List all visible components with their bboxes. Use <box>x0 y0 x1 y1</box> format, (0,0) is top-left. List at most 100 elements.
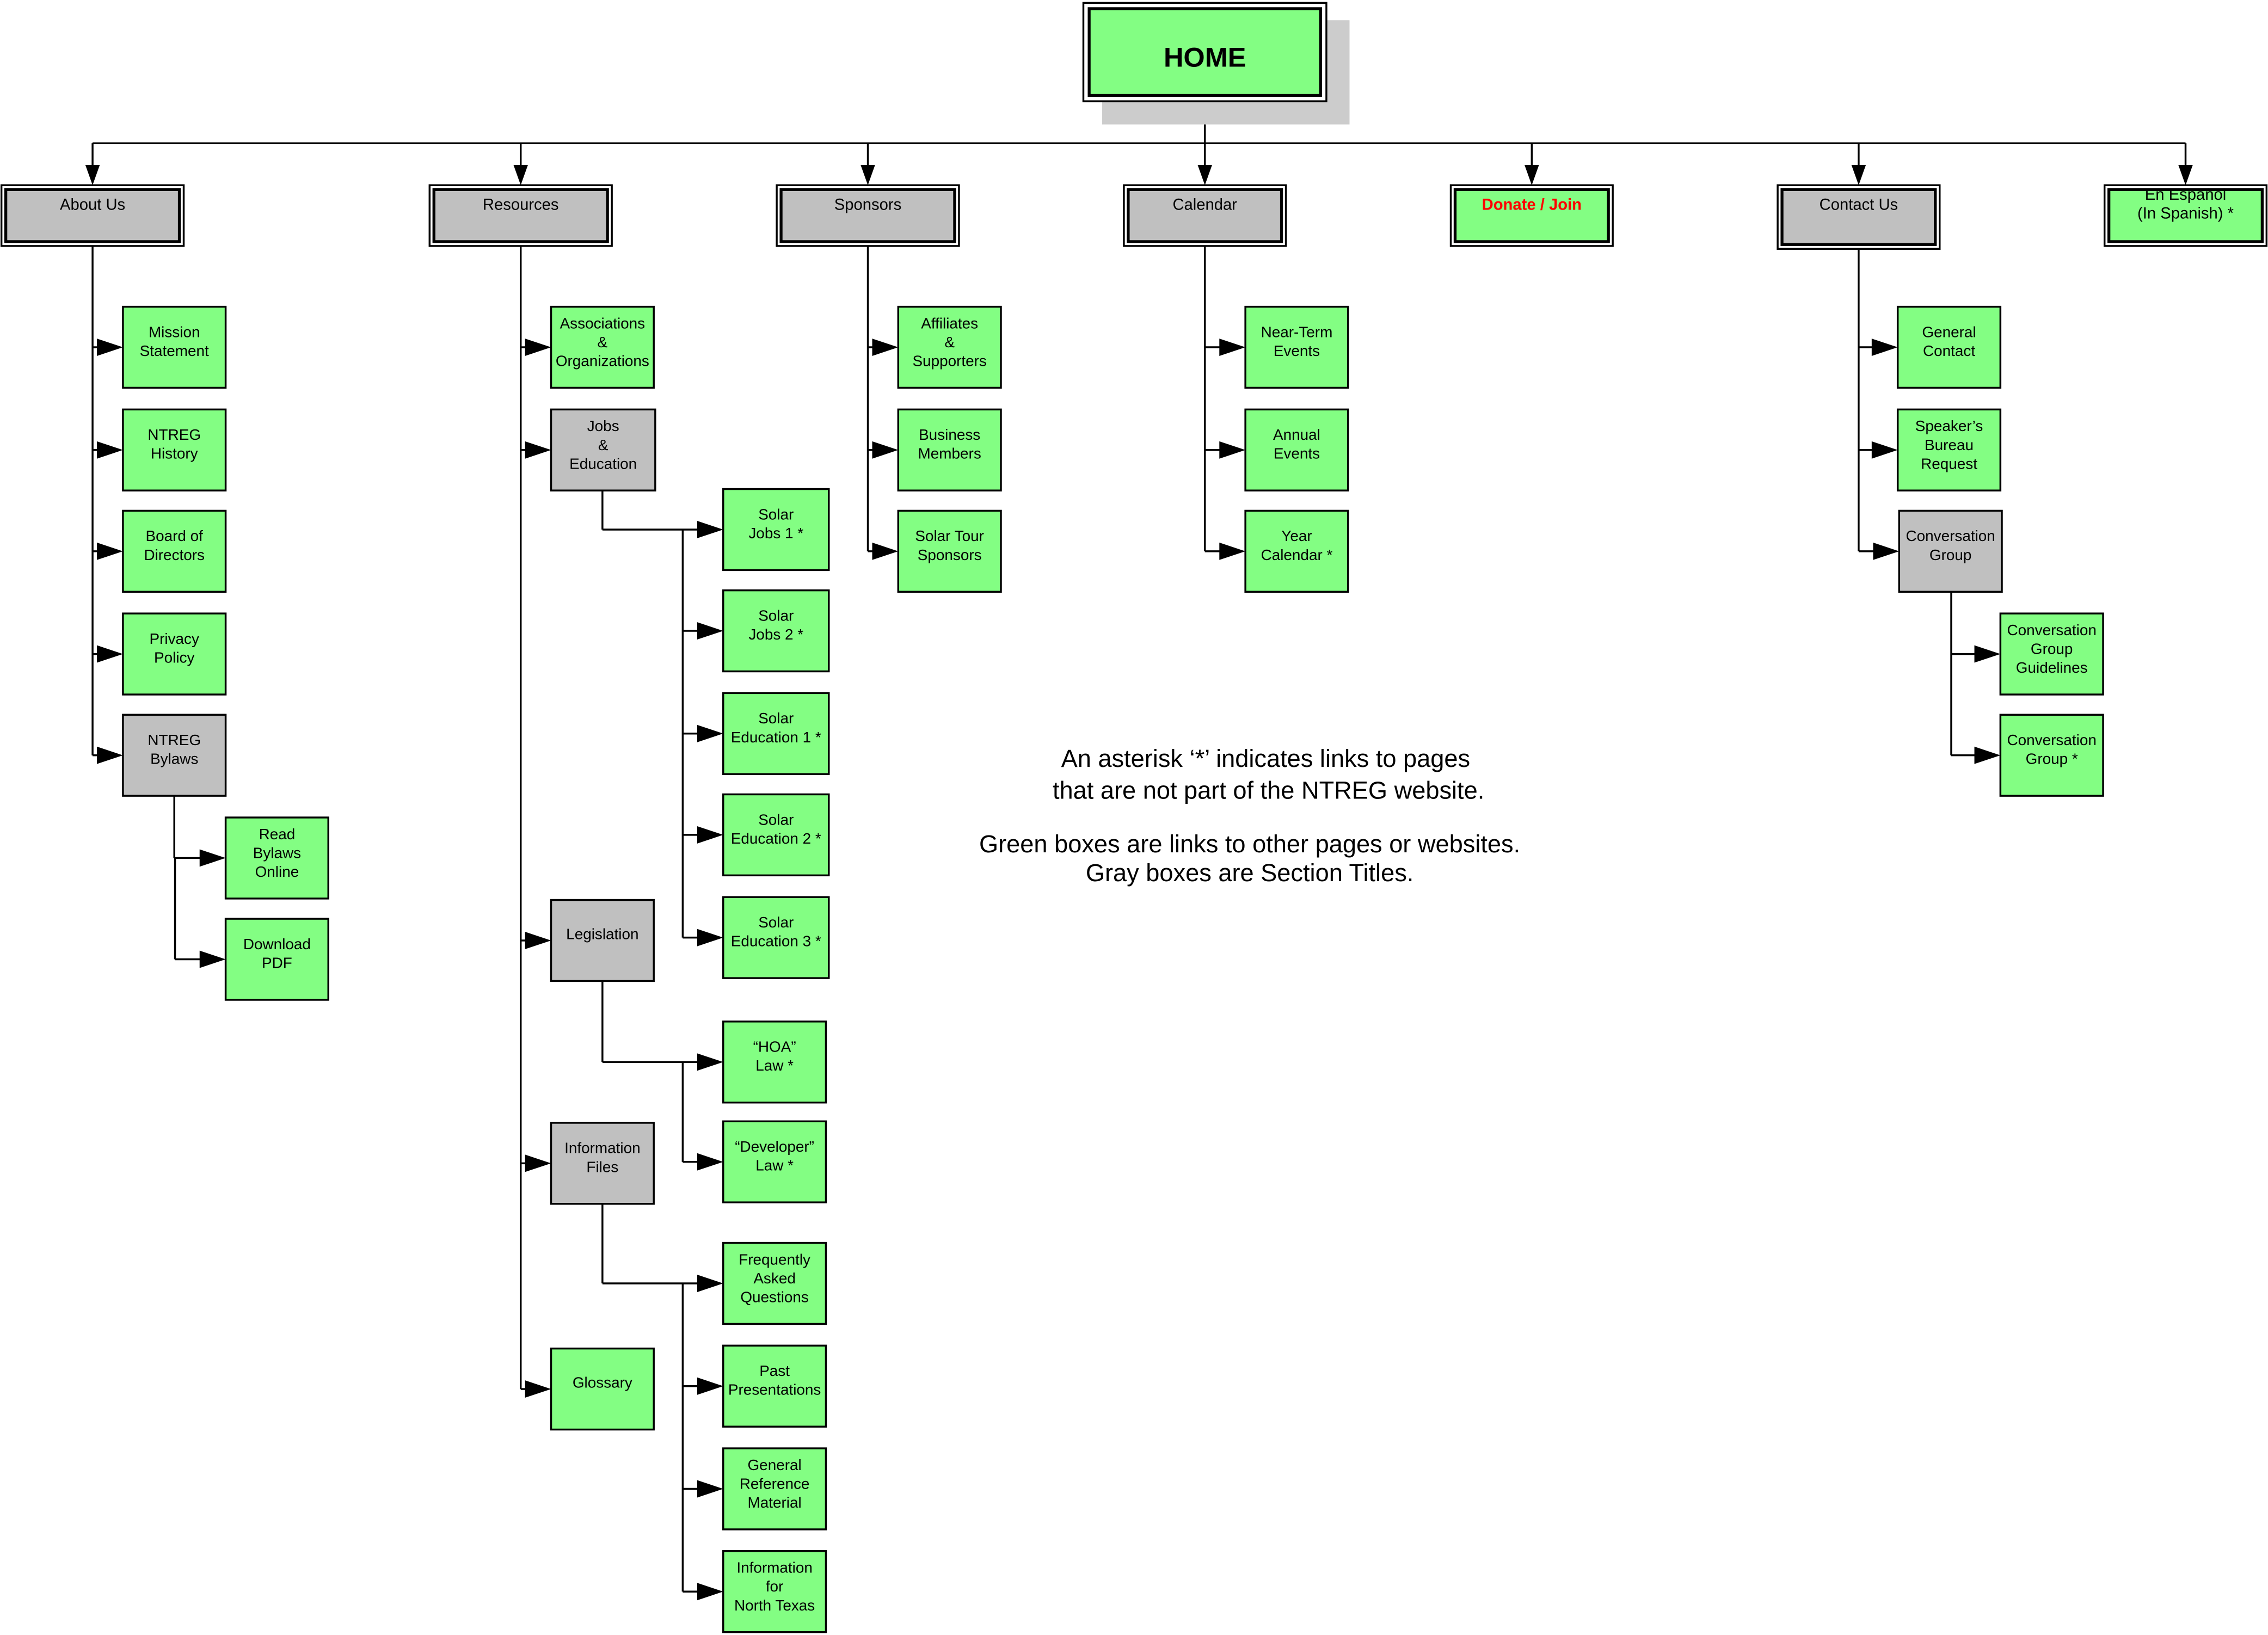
site-map-diagram: HOME About Us Mission Statement NTREG History… <box>0 2 2268 1633</box>
node-past-presentations[interactable]: Past Presentations <box>722 1344 827 1428</box>
arrow-right-icon <box>1219 339 1246 356</box>
arrow-right-icon <box>525 339 551 356</box>
node-read-bylaws-online[interactable]: ReadBylaws Online <box>224 816 329 900</box>
arrow-down-icon <box>513 165 528 186</box>
node-business-members[interactable]: Business Members <box>897 408 1002 491</box>
node-board-of-directors[interactable]: Board of Directors <box>122 509 227 593</box>
node-solar-education-3[interactable]: Solar Education 3 * <box>722 896 830 979</box>
node-conversation-group-external[interactable]: Conversation Group * <box>1999 714 2104 797</box>
node-home[interactable]: HOME <box>1082 2 1327 102</box>
node-general-contact[interactable]: General Contact <box>1896 305 2002 389</box>
node-label: Contact <box>1923 342 1975 359</box>
arrow-right-icon <box>697 1053 723 1071</box>
node-hoa-law[interactable]: “HOA” Law * <box>722 1021 827 1104</box>
node-conversation-group-guidelines[interactable]: Conversation Group Guidelines <box>1999 612 2104 696</box>
arrow-right-icon <box>697 724 723 742</box>
node-affiliates-supporters[interactable]: Affiliates & Supporters <box>897 305 1002 389</box>
node-general-reference-material[interactable]: General Reference Material <box>722 1447 827 1530</box>
node-label: Events <box>1274 445 1320 462</box>
node-conversation-group: Conversation Group <box>1898 509 2003 593</box>
legend: An asterisk ‘*’ indicates links to pages… <box>979 745 1520 887</box>
node-label: Contact Us <box>1820 196 1898 213</box>
node-label: Information <box>736 1559 813 1576</box>
arrow-down-icon <box>1197 165 1213 186</box>
arrow-down-icon <box>1525 165 1539 186</box>
node-associations-organizations[interactable]: Associations & Organizations <box>550 305 655 389</box>
arrow-right-icon <box>697 929 723 946</box>
node-label: Legislation <box>566 925 638 942</box>
node-label: Events <box>1274 342 1320 359</box>
node-solar-jobs-1[interactable]: Solar Jobs 1 * <box>722 488 830 571</box>
node-label: Download <box>243 936 311 952</box>
arrow-right-icon <box>697 1275 723 1292</box>
node-label: About Us <box>60 196 125 213</box>
node-solar-education-1[interactable]: Solar Education 1 * <box>722 692 830 775</box>
node-label: Law * <box>755 1057 794 1074</box>
arrow-right-icon <box>97 441 123 459</box>
node-label: Solar Tour <box>915 527 984 544</box>
node-label: Mission <box>149 323 200 340</box>
node-resources: Resources <box>428 184 613 247</box>
arrow-right-icon <box>697 1583 723 1601</box>
node-label: Year <box>1281 527 1312 544</box>
node-label: Past <box>759 1362 790 1379</box>
arrow-down-icon <box>1851 165 1866 186</box>
node-label: “HOA” <box>753 1038 796 1055</box>
node-faq[interactable]: Frequently Asked Questions <box>722 1241 827 1325</box>
node-label: Conversation <box>2007 622 2097 638</box>
node-label: Jobs 1 * <box>748 525 803 542</box>
node-solar-tour-sponsors[interactable]: Solar Tour Sponsors <box>897 509 1002 593</box>
legend-asterisk-line-2: that are not part of the NTREG website. <box>1053 776 1484 804</box>
node-label: Jobs 2 * <box>748 626 803 643</box>
node-privacy-policy[interactable]: Privacy Policy <box>122 612 227 696</box>
arrow-right-icon <box>199 849 226 867</box>
node-label: Directors <box>144 546 205 563</box>
node-label: Education <box>569 455 637 472</box>
arrow-right-icon <box>1871 339 1898 356</box>
node-speakers-bureau-request[interactable]: Speaker’s Bureau Request <box>1896 408 2002 491</box>
node-contact-us: Contact Us <box>1777 184 1941 250</box>
node-donate-join[interactable]: Donate / Join <box>1449 184 1614 247</box>
node-label: Associations <box>560 315 646 331</box>
node-label: Board of <box>146 527 204 544</box>
node-label: Business <box>919 426 980 443</box>
node-solar-education-2[interactable]: Solar Education 2 * <box>722 793 830 877</box>
arrow-right-icon <box>97 542 123 560</box>
node-label: Solar <box>758 710 794 727</box>
node-label: Sponsors <box>918 546 982 563</box>
node-label: Resources <box>483 196 559 213</box>
node-label: Presentations <box>728 1381 821 1398</box>
node-label: Law * <box>755 1157 794 1174</box>
node-label: History <box>151 445 198 462</box>
node-download-pdf[interactable]: Download PDF <box>224 918 329 1001</box>
node-label: Files <box>586 1158 618 1175</box>
node-solar-jobs-2[interactable]: Solar Jobs 2 * <box>722 589 830 673</box>
node-information-for-north-texas[interactable]: Information for North Texas <box>722 1550 827 1633</box>
node-legislation: Legislation <box>550 899 655 982</box>
node-ntreg-history[interactable]: NTREG History <box>122 408 227 491</box>
arrow-right-icon <box>525 932 551 949</box>
node-label: & <box>944 334 955 351</box>
legend-gray-boxes: Gray boxes are Section Titles. <box>1086 859 1413 887</box>
arrow-down-icon <box>85 165 100 186</box>
node-label: Questions <box>740 1289 809 1306</box>
node-label: Policy <box>154 649 194 666</box>
arrow-right-icon <box>697 521 723 538</box>
node-label: Online <box>255 863 299 880</box>
node-year-calendar[interactable]: Year Calendar * <box>1244 509 1349 593</box>
arrow-right-icon <box>97 645 123 663</box>
node-label: Solar <box>758 607 794 624</box>
node-developer-law[interactable]: “Developer” Law * <box>722 1120 827 1203</box>
node-label: “Developer” <box>735 1138 814 1155</box>
node-label: Frequently <box>739 1251 810 1268</box>
node-en-espanol[interactable]: En Español(In Spanish) * <box>2103 184 2268 247</box>
node-mission-statement[interactable]: Mission Statement <box>122 305 227 389</box>
arrow-right-icon <box>697 1377 723 1395</box>
arrow-right-icon <box>97 746 123 764</box>
node-label: Reference <box>740 1475 810 1492</box>
node-annual-events[interactable]: Annual Events <box>1244 408 1349 491</box>
arrow-right-icon <box>1873 542 1900 560</box>
arrow-right-icon <box>525 1380 551 1398</box>
node-near-term-events[interactable]: Near-Term Events <box>1244 305 1349 389</box>
node-glossary[interactable]: Glossary <box>550 1347 655 1431</box>
